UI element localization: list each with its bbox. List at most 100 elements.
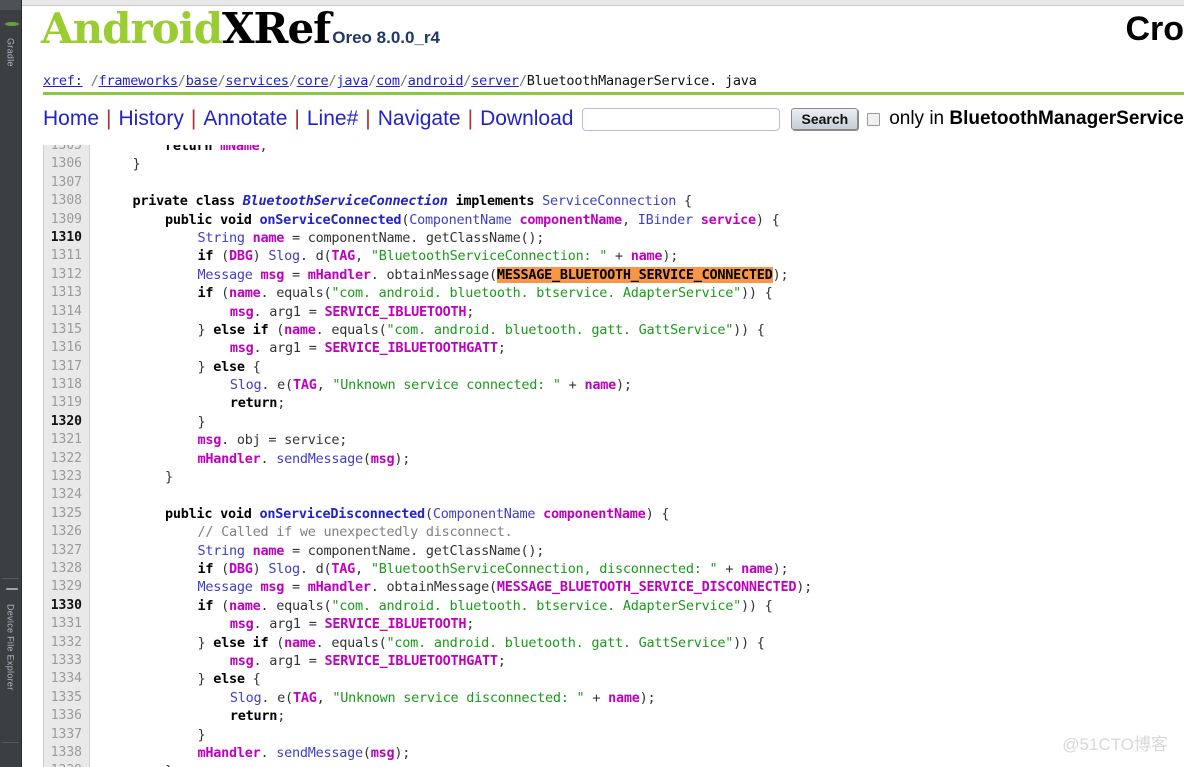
- code-token-var[interactable]: msg: [230, 653, 254, 669]
- line-number[interactable]: 1339: [44, 762, 82, 767]
- line-number[interactable]: 1315: [44, 321, 82, 339]
- code-token-cst[interactable]: SERVICE_IBLUETOOTH: [324, 616, 466, 632]
- code-token-ty2[interactable]: Message: [197, 267, 252, 283]
- code-token-cst[interactable]: SERVICE_IBLUETOOTH: [324, 304, 466, 320]
- code-token-var[interactable]: mHandler: [308, 267, 371, 283]
- code-token-cls[interactable]: BluetoothServiceConnection: [243, 193, 448, 209]
- code-token-var[interactable]: msg: [371, 451, 395, 467]
- line-number[interactable]: 1337: [44, 726, 82, 744]
- code-token-ty2[interactable]: String: [197, 543, 245, 559]
- breadcrumb-segments[interactable]: /frameworks/base/services/core/java/com/…: [91, 73, 527, 89]
- code-token-cst[interactable]: TAG: [331, 561, 355, 577]
- code-token-ty2[interactable]: ComponentName: [409, 212, 512, 228]
- line-number[interactable]: 1322: [44, 450, 82, 468]
- line-number[interactable]: 1335: [44, 689, 82, 707]
- code-token-var[interactable]: msg: [230, 340, 254, 356]
- code-token-var[interactable]: msg: [230, 304, 254, 320]
- nav-link-navigate[interactable]: Navigate: [378, 107, 461, 130]
- code-token-var[interactable]: name: [284, 322, 316, 338]
- line-number[interactable]: 1316: [44, 339, 82, 357]
- code-token-var[interactable]: name: [741, 561, 773, 577]
- code-token-ty2[interactable]: String: [197, 230, 245, 246]
- code-token-ty2[interactable]: ServiceConnection: [542, 193, 676, 209]
- line-number[interactable]: 1321: [44, 431, 82, 449]
- breadcrumb-segment[interactable]: com: [376, 73, 400, 89]
- line-number[interactable]: 1338: [44, 744, 82, 762]
- line-number[interactable]: 1312: [44, 266, 82, 284]
- rail-tool-gradle[interactable]: Gradle: [0, 22, 21, 67]
- code-token-var[interactable]: componentName: [520, 212, 623, 228]
- code-token-var[interactable]: msg: [260, 267, 284, 283]
- search-button[interactable]: Search: [791, 108, 859, 130]
- line-number[interactable]: 1333: [44, 652, 82, 670]
- line-number[interactable]: 1326: [44, 523, 82, 541]
- line-number[interactable]: 1324: [44, 486, 82, 504]
- site-logo[interactable]: AndroidXRef Oreo 8.0.0_r4: [41, 8, 440, 50]
- code-token-ty2[interactable]: sendMessage: [276, 745, 363, 761]
- breadcrumb-segment[interactable]: core: [297, 73, 329, 89]
- breadcrumb-segment[interactable]: frameworks: [99, 73, 178, 89]
- line-number[interactable]: 1318: [44, 376, 82, 394]
- nav-links[interactable]: Home | History | Annotate | Line# | Navigate | Dow…: [43, 107, 573, 131]
- source-code-viewer[interactable]: 1305 return mName; 1306} 1307 1308 private cl…: [43, 137, 1184, 767]
- code-token-var[interactable]: name: [229, 598, 261, 614]
- line-number[interactable]: 1332: [44, 634, 82, 652]
- rail-tool-device-file-explorer[interactable]: Device File Explorer: [0, 588, 21, 691]
- line-number[interactable]: 1327: [44, 542, 82, 560]
- only-in-checkbox[interactable]: [867, 112, 881, 126]
- search-input[interactable]: [582, 107, 781, 131]
- line-number[interactable]: 1330: [44, 597, 82, 615]
- code-token-ty2[interactable]: Slog: [268, 248, 300, 264]
- line-number[interactable]: 1323: [44, 468, 82, 486]
- code-token-ty2[interactable]: sendMessage: [276, 451, 363, 467]
- line-number[interactable]: 1319: [44, 394, 82, 412]
- code-token-hl[interactable]: MESSAGE_BLUETOOTH_SERVICE_CONNECTED: [496, 266, 773, 283]
- code-token-var[interactable]: DBG: [229, 248, 253, 264]
- code-token-var[interactable]: name: [631, 248, 663, 264]
- line-number[interactable]: 1311: [44, 247, 82, 265]
- code-token-var[interactable]: mHandler: [308, 579, 371, 595]
- line-number[interactable]: 1328: [44, 560, 82, 578]
- line-number[interactable]: 1334: [44, 670, 82, 688]
- line-number[interactable]: 1309: [44, 211, 82, 229]
- code-token-var[interactable]: name: [284, 635, 316, 651]
- line-number[interactable]: 1314: [44, 303, 82, 321]
- code-token-var[interactable]: mHandler: [197, 745, 260, 761]
- line-number[interactable]: 1308: [44, 192, 82, 210]
- breadcrumb-segment[interactable]: server: [471, 73, 519, 89]
- breadcrumb-segment[interactable]: java: [336, 73, 368, 89]
- code-token-var[interactable]: mHandler: [197, 451, 260, 467]
- line-number[interactable]: 1313: [44, 284, 82, 302]
- code-token-cst[interactable]: MESSAGE_BLUETOOTH_SERVICE_DISCONNECTED: [497, 579, 797, 595]
- line-number[interactable]: 1325: [44, 505, 82, 523]
- code-token-var[interactable]: msg: [260, 579, 284, 595]
- nav-link-history[interactable]: History: [119, 107, 184, 130]
- nav-link-home[interactable]: Home: [43, 107, 99, 130]
- code-token-var[interactable]: msg: [230, 616, 254, 632]
- nav-link-download[interactable]: Download: [480, 107, 573, 130]
- code-token-ty2[interactable]: Slog: [230, 377, 262, 393]
- code-token-var[interactable]: name: [584, 377, 616, 393]
- code-token-var[interactable]: componentName: [543, 506, 646, 522]
- code-token-var[interactable]: name: [229, 285, 261, 301]
- line-number[interactable]: 1329: [44, 578, 82, 596]
- line-number[interactable]: 1331: [44, 615, 82, 633]
- code-token-ty2[interactable]: ComponentName: [433, 506, 536, 522]
- code-token-var[interactable]: msg: [371, 745, 395, 761]
- code-token-cst[interactable]: TAG: [331, 248, 355, 264]
- line-number[interactable]: 1307: [44, 174, 82, 192]
- code-token-var[interactable]: DBG: [229, 561, 253, 577]
- line-number[interactable]: 1306: [44, 155, 82, 173]
- code-token-cst[interactable]: SERVICE_IBLUETOOTHGATT: [324, 340, 498, 356]
- code-token-ty2[interactable]: Message: [197, 579, 252, 595]
- nav-link-line[interactable]: Line#: [307, 107, 358, 130]
- code-token-cst[interactable]: TAG: [293, 690, 317, 706]
- line-number[interactable]: 1310: [44, 229, 82, 247]
- line-number[interactable]: 1336: [44, 707, 82, 725]
- code-token-mth[interactable]: onServiceConnected: [260, 212, 402, 228]
- code-token-cst[interactable]: SERVICE_IBLUETOOTHGATT: [324, 653, 498, 669]
- breadcrumb-segment[interactable]: android: [408, 73, 464, 89]
- code-token-var[interactable]: service: [701, 212, 756, 228]
- code-token-var[interactable]: name: [253, 230, 285, 246]
- breadcrumb-segment[interactable]: services: [225, 73, 289, 89]
